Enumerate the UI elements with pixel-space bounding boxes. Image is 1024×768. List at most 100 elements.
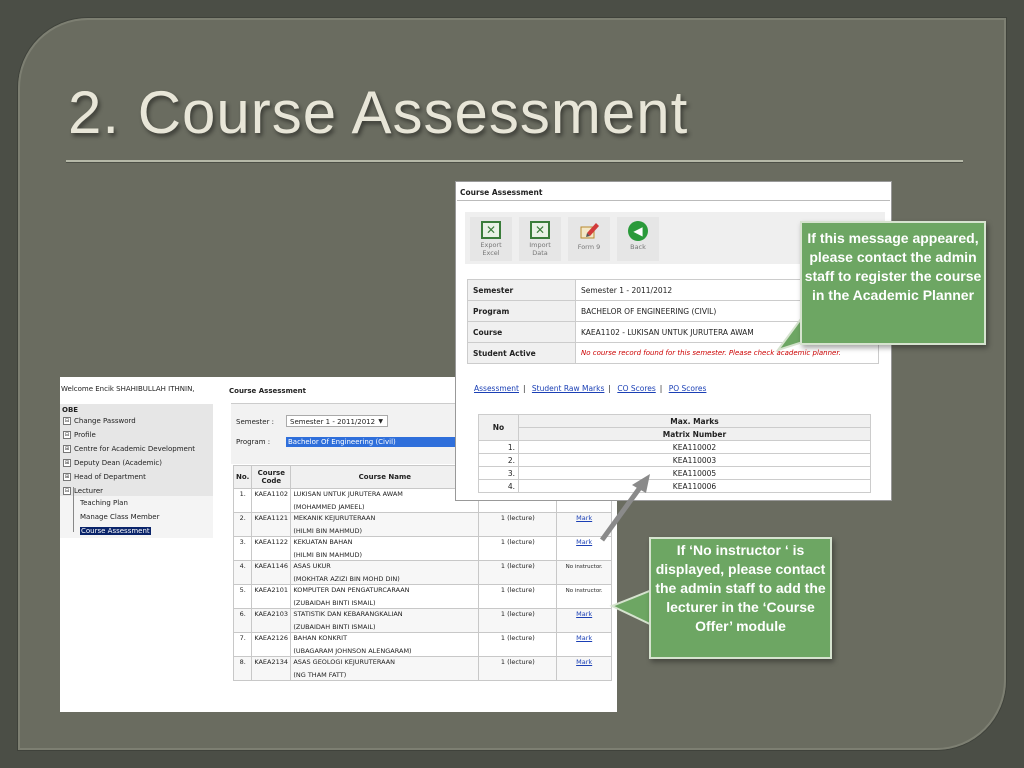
export-excel-button[interactable]: ✕ Export Excel — [470, 217, 512, 261]
course-code: KAEA2103 — [251, 608, 292, 633]
sidebar-title: OBE — [62, 406, 79, 414]
matrix-number: KEA110002 — [518, 440, 871, 454]
sidebar-item-head-of-department[interactable]: ⊞ Head of Department — [63, 473, 146, 481]
row-number: 4. — [478, 479, 519, 493]
lecturer-submenu: Teaching Plan Manage Class Member Course… — [60, 496, 213, 538]
matrix-number: KEA110005 — [518, 466, 871, 480]
course-name: ASAS GEOLOGI KEJURUTERAAN — [293, 658, 396, 666]
back-button[interactable]: ◀ Back — [617, 217, 659, 261]
info-key: Semester — [467, 279, 576, 301]
title-divider — [66, 160, 963, 162]
instructor-count: 1 (lecture) — [478, 632, 558, 657]
excel-icon: ✕ — [481, 221, 501, 239]
instructor-count: 1 (lecture) — [478, 512, 558, 537]
tree-toggle-icon[interactable]: ⊞ — [63, 473, 71, 481]
panel-title: Course Assessment — [229, 387, 306, 395]
course-name-cell: BAHAN KONKRIT (UBAGARAM JOHNSON ALENGARAM… — [290, 632, 480, 657]
chevron-down-icon: ▼ — [378, 418, 383, 425]
tree-toggle-icon[interactable]: ⊞ — [63, 459, 71, 467]
mark-link[interactable]: Mark — [576, 610, 592, 618]
mark-link[interactable]: Mark — [576, 538, 592, 546]
link-assessment[interactable]: Assessment — [474, 384, 519, 393]
semester-select[interactable]: Semester 1 - 2011/2012 ▼ — [286, 415, 388, 427]
sidebar-item-profile[interactable]: ⊟ Profile — [63, 431, 96, 439]
submenu-item-course-assessment[interactable]: Course Assessment — [80, 527, 151, 535]
welcome-text: Welcome Encik SHAHIBULLAH ITHNIN, — [61, 385, 195, 393]
button-label: Excel — [482, 249, 500, 257]
course-code: KAEA2126 — [251, 632, 292, 657]
lecturer-name: (MOHAMMED JAMEEL) — [293, 503, 365, 511]
button-label: Form 9 — [577, 243, 601, 251]
instructor-count: 1 (lecture) — [478, 656, 558, 681]
table-row: 6. KAEA2103 STATISTIK DAN KEBARANGKALIAN… — [232, 608, 612, 633]
column-header-course-name: Course Name — [290, 465, 480, 489]
row-number: 1. — [478, 440, 519, 454]
instructor-count: 1 (lecture) — [478, 560, 558, 585]
submenu-item-manage-class-member[interactable]: Manage Class Member — [80, 513, 159, 521]
course-code: KAEA1122 — [251, 536, 292, 561]
link-student-raw-marks[interactable]: Student Raw Marks — [532, 384, 604, 393]
column-header-course-code: Course Code — [251, 465, 292, 489]
lecturer-name: (HILMI BIN MAHMUD) — [293, 551, 363, 559]
table-row: 4. KAEA1146 ASAS UKUR (MOKHTAR AZIZI BIN … — [232, 560, 612, 585]
button-label: Back — [630, 243, 646, 251]
button-label: Import — [529, 241, 551, 249]
mark-link[interactable]: Mark — [576, 634, 592, 642]
row-number: 1. — [232, 488, 253, 513]
callout-no-instructor: If ‘No instructor ‘ is displayed, please… — [649, 537, 832, 659]
sidebar-item-lecturer[interactable]: ⊟ Lecturer — [63, 487, 103, 495]
course-code: KAEA1102 — [251, 488, 292, 513]
excel-icon: ✕ — [530, 221, 550, 239]
course-name-cell: KOMPUTER DAN PENGATURCARAAN (ZUBAIDAH BIN… — [290, 584, 480, 609]
course-name-cell: ASAS UKUR (MOKHTAR AZIZI BIN MOHD DIN) — [290, 560, 480, 585]
link-co-scores[interactable]: CO Scores — [617, 384, 655, 393]
submenu-item-teaching-plan[interactable]: Teaching Plan — [80, 499, 128, 507]
semester-label: Semester : — [236, 418, 275, 426]
table-row: 2. KEA110003 — [478, 453, 871, 467]
row-action: Mark — [556, 608, 612, 633]
course-name-cell: STATISTIK DAN KEBARANGKALIAN (ZUBAIDAH BI… — [290, 608, 480, 633]
course-code: KAEA1146 — [251, 560, 292, 585]
assessment-links: Assessment | Student Raw Marks | CO Scores… — [474, 384, 706, 393]
row-action: Mark — [556, 536, 612, 561]
mark-link[interactable]: Mark — [576, 658, 592, 666]
semester-select-value: Semester 1 - 2011/2012 — [290, 418, 376, 426]
tree-toggle-icon[interactable]: ⊟ — [63, 431, 71, 439]
sidebar-item-centre-academic-development[interactable]: ⊞ Centre for Academic Development — [63, 445, 195, 453]
sidebar-item-label: Profile — [74, 431, 96, 439]
sidebar-item-deputy-dean[interactable]: ⊞ Deputy Dean (Academic) — [63, 459, 162, 467]
info-key: Student Active — [467, 342, 576, 364]
lecturer-name: (NG THAM FATT) — [293, 671, 347, 679]
sidebar-item-label: Centre for Academic Development — [74, 445, 195, 453]
matrix-number: KEA110006 — [518, 479, 871, 493]
table-row: 8. KAEA2134 ASAS GEOLOGI KEJURUTERAAN (NG… — [232, 656, 612, 681]
row-number: 6. — [232, 608, 253, 633]
info-key: Course — [467, 321, 576, 343]
row-action: Mark — [556, 656, 612, 681]
row-action: No instructor. — [556, 584, 612, 609]
form9-button[interactable]: Form 9 — [568, 217, 610, 261]
course-name: BAHAN KONKRIT — [293, 634, 348, 642]
table-row: 5. KAEA2101 KOMPUTER DAN PENGATURCARAAN (… — [232, 584, 612, 609]
row-action: Mark — [556, 512, 612, 537]
table-row: 1. KEA110002 — [478, 440, 871, 454]
tree-toggle-icon[interactable]: ⊟ — [63, 417, 71, 425]
instructor-count: 1 (lecture) — [478, 536, 558, 561]
button-label: Data — [532, 249, 548, 257]
column-header-no: No — [478, 414, 519, 441]
program-select[interactable]: Bachelor Of Engineering (Civil) — [286, 437, 458, 447]
course-name-cell: KEKUATAN BAHAN (HILMI BIN MAHMUD) — [290, 536, 480, 561]
sidebar-item-change-password[interactable]: ⊟ Change Password — [63, 417, 136, 425]
mark-link[interactable]: Mark — [576, 514, 592, 522]
instructor-count: 1 (lecture) — [478, 584, 558, 609]
lecturer-name: (ZUBAIDAH BINTI ISMAIL) — [293, 599, 376, 607]
tree-toggle-icon[interactable]: ⊞ — [63, 445, 71, 453]
back-arrow-icon: ◀ — [628, 221, 648, 241]
import-data-button[interactable]: ✕ Import Data — [519, 217, 561, 261]
course-code: KAEA2101 — [251, 584, 292, 609]
link-po-scores[interactable]: PO Scores — [669, 384, 707, 393]
course-name: ASAS UKUR — [293, 562, 331, 570]
lecturer-name: (HILMI BIN MAHMUD) — [293, 527, 363, 535]
tree-toggle-icon[interactable]: ⊟ — [63, 487, 71, 495]
callout-academic-planner: If this message appeared, please contact… — [800, 221, 986, 345]
